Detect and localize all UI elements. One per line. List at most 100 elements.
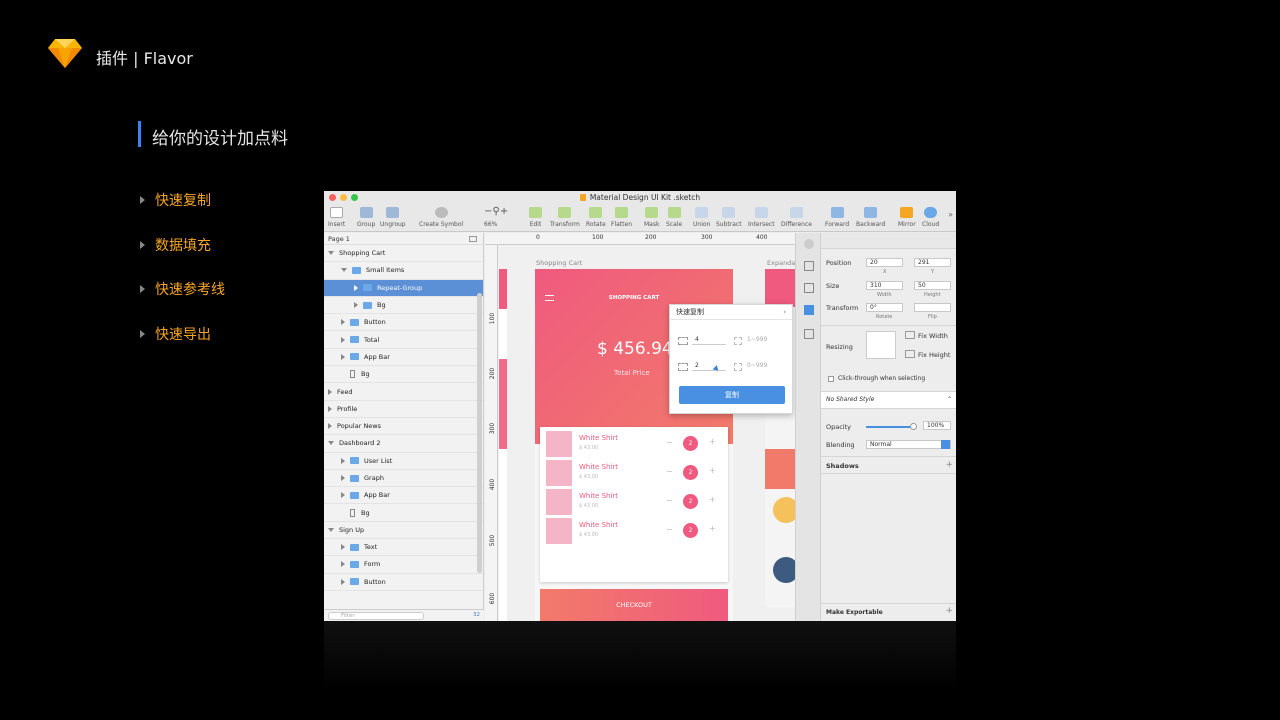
add-page-icon[interactable] xyxy=(469,235,477,242)
layer-row[interactable]: Bg xyxy=(324,366,483,384)
layer-row[interactable]: Popular News xyxy=(324,418,483,436)
toolbar-overflow-icon[interactable]: » xyxy=(948,210,953,219)
plugin-icon[interactable] xyxy=(804,239,814,249)
edit-button[interactable]: Edit xyxy=(529,207,542,228)
minus-icon[interactable]: − xyxy=(666,438,673,447)
filter-input[interactable]: Filter xyxy=(328,612,424,620)
disclosure-down-icon[interactable] xyxy=(328,527,334,532)
disclosure-right-icon[interactable] xyxy=(341,319,345,326)
layer-row[interactable]: Feed xyxy=(324,383,483,401)
flatten-button[interactable]: Flatten xyxy=(611,207,632,228)
layer-row[interactable]: Sign Up xyxy=(324,522,483,540)
columns-range-input[interactable]: 1~999 xyxy=(744,336,784,345)
page-selector[interactable]: Page 1 xyxy=(324,233,483,245)
insert-button[interactable]: Insert xyxy=(328,207,345,228)
layer-row[interactable]: Button xyxy=(324,314,483,332)
plus-icon[interactable]: + xyxy=(709,495,716,504)
close-button[interactable] xyxy=(329,194,336,201)
layer-row[interactable]: Dashboard 2 xyxy=(324,435,483,453)
minus-icon[interactable]: − xyxy=(666,525,673,534)
blending-select[interactable]: Normal xyxy=(866,440,951,449)
layer-row[interactable]: Text xyxy=(324,539,483,557)
position-y-input[interactable]: 291 xyxy=(914,258,951,267)
disclosure-down-icon[interactable] xyxy=(341,268,347,273)
layer-row[interactable]: Shopping Cart xyxy=(324,245,483,263)
columns-input[interactable]: 4 xyxy=(692,336,726,345)
minus-icon[interactable]: − xyxy=(666,467,673,476)
subtract-button[interactable]: Subtract xyxy=(716,207,742,228)
plugin-icon[interactable] xyxy=(804,261,814,271)
disclosure-right-icon[interactable] xyxy=(341,544,345,551)
union-button[interactable]: Union xyxy=(693,207,710,228)
mirror-button[interactable]: Mirror xyxy=(898,207,916,228)
layer-row[interactable]: Button xyxy=(324,574,483,591)
height-input[interactable]: 50 xyxy=(914,281,951,290)
layer-row[interactable]: Repeat-Group xyxy=(324,279,483,297)
layer-row[interactable]: Small Items xyxy=(324,262,483,280)
scale-button[interactable]: Scale xyxy=(666,207,682,228)
plugin-icon[interactable] xyxy=(804,305,814,315)
shared-style-select[interactable]: No Shared Style ⌃ xyxy=(821,391,956,409)
backward-button[interactable]: Backward xyxy=(856,207,885,228)
plus-icon[interactable]: + xyxy=(709,437,716,446)
minus-icon[interactable]: − xyxy=(666,496,673,505)
layer-row[interactable]: Graph xyxy=(324,470,483,488)
plus-icon[interactable]: + xyxy=(709,466,716,475)
rotate-input[interactable]: 0° xyxy=(866,303,903,312)
canvas[interactable]: 0 100 200 300 400 100 200 300 400 500 60… xyxy=(485,233,795,621)
layer-row[interactable]: Bg xyxy=(324,297,483,315)
layer-row[interactable]: App Bar xyxy=(324,349,483,367)
plugin-icon[interactable] xyxy=(804,283,814,293)
layers-scrollbar[interactable] xyxy=(477,293,482,573)
fix-width-icon[interactable] xyxy=(905,331,915,339)
layer-row[interactable]: App Bar xyxy=(324,487,483,505)
difference-button[interactable]: Difference xyxy=(781,207,812,228)
plugin-icon[interactable] xyxy=(804,329,814,339)
layer-row[interactable]: Total xyxy=(324,331,483,349)
chevron-right-icon[interactable]: › xyxy=(783,305,786,320)
disclosure-right-icon[interactable] xyxy=(354,284,358,291)
add-export-icon[interactable]: + xyxy=(945,606,953,616)
cart-item[interactable]: White Shirt $ 43.00 − 2 + xyxy=(546,489,726,517)
disclosure-right-icon[interactable] xyxy=(341,578,345,585)
create-symbol-button[interactable]: Create Symbol xyxy=(419,207,463,228)
disclosure-right-icon[interactable] xyxy=(341,492,345,499)
zoom-control[interactable]: −⚲+ 66% xyxy=(484,207,508,229)
cart-item[interactable]: White Shirt $ 43.00 − 2 + xyxy=(546,431,726,459)
cart-item[interactable]: White Shirt $ 43.00 − 2 + xyxy=(546,460,726,488)
layer-row[interactable]: Profile xyxy=(324,401,483,418)
disclosure-right-icon[interactable] xyxy=(328,405,332,412)
layer-row[interactable]: Bg xyxy=(324,504,483,522)
plus-icon[interactable]: + xyxy=(709,524,716,533)
layer-row[interactable]: Form xyxy=(324,556,483,574)
transform-button[interactable]: Transform xyxy=(550,207,580,228)
disclosure-right-icon[interactable] xyxy=(328,388,332,395)
checkout-button[interactable]: CHECKOUT xyxy=(540,589,728,621)
copy-button[interactable]: 复制 xyxy=(679,386,785,404)
cloud-button[interactable]: Cloud xyxy=(922,207,939,228)
fix-height-icon[interactable] xyxy=(905,350,915,358)
position-x-input[interactable]: 20 xyxy=(866,258,903,267)
disclosure-right-icon[interactable] xyxy=(341,475,345,481)
disclosure-right-icon[interactable] xyxy=(328,423,332,430)
ungroup-button[interactable]: Ungroup xyxy=(380,207,406,228)
cart-item[interactable]: White Shirt $ 43.00 − 2 + xyxy=(546,518,726,546)
zoom-button[interactable] xyxy=(351,194,358,201)
opacity-slider[interactable] xyxy=(866,426,914,428)
disclosure-right-icon[interactable] xyxy=(341,561,345,568)
layer-row[interactable]: User List xyxy=(324,453,483,470)
rows-range-input[interactable]: 0~999 xyxy=(744,362,784,371)
resizing-widget[interactable] xyxy=(866,331,896,359)
disclosure-down-icon[interactable] xyxy=(328,441,334,446)
mask-button[interactable]: Mask xyxy=(644,207,659,228)
intersect-button[interactable]: Intersect xyxy=(748,207,775,228)
disclosure-right-icon[interactable] xyxy=(341,353,345,360)
flip-control[interactable] xyxy=(914,303,951,312)
alignment-bar[interactable] xyxy=(821,233,956,249)
clickthrough-checkbox[interactable] xyxy=(828,376,834,382)
forward-button[interactable]: Forward xyxy=(825,207,849,228)
rotate-button[interactable]: Rotate xyxy=(586,207,606,228)
add-shadow-icon[interactable]: + xyxy=(945,460,953,470)
disclosure-down-icon[interactable] xyxy=(328,251,334,256)
disclosure-right-icon[interactable] xyxy=(341,336,345,343)
